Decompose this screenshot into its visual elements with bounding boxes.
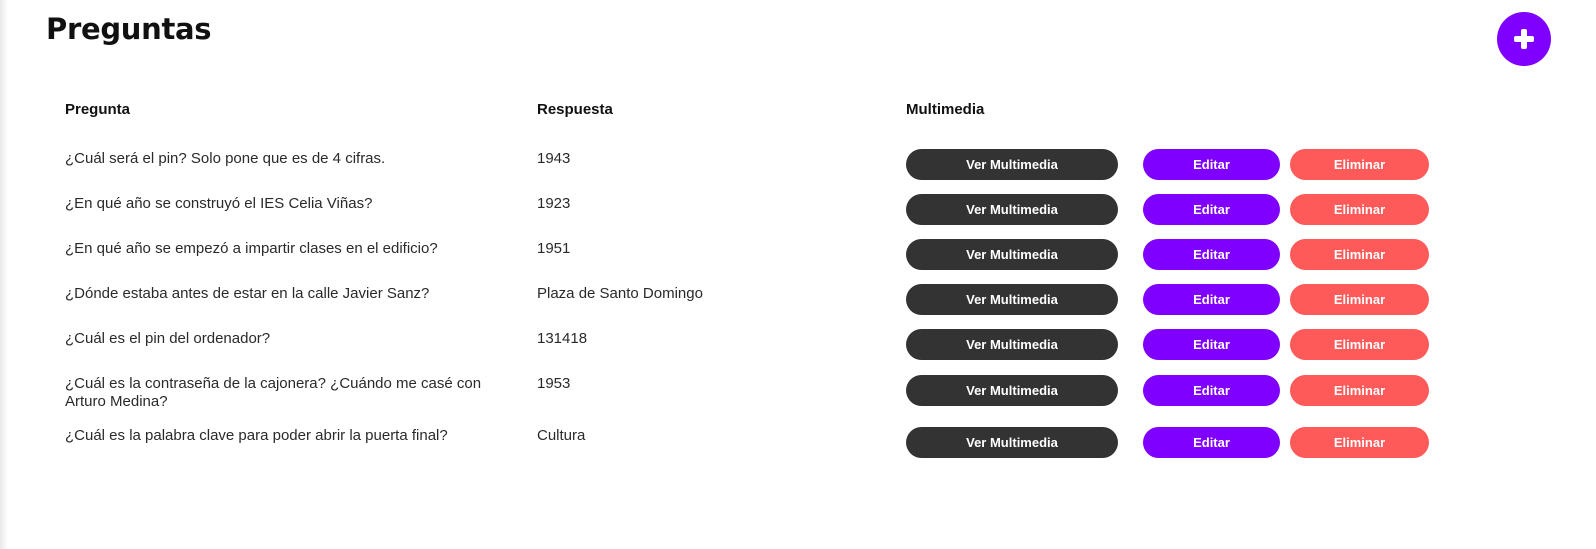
add-question-button[interactable] bbox=[1497, 12, 1551, 66]
question-cell: ¿En qué año se construyó el IES Celia Vi… bbox=[65, 195, 373, 212]
table-row: ¿Cuál es la contraseña de la cajonera? ¿… bbox=[0, 375, 1596, 425]
edit-button[interactable]: Editar bbox=[1143, 427, 1280, 458]
edit-button[interactable]: Editar bbox=[1143, 194, 1280, 225]
question-cell: ¿Cuál será el pin? Solo pone que es de 4… bbox=[65, 150, 386, 167]
delete-button[interactable]: Eliminar bbox=[1290, 427, 1429, 458]
answer-cell: 131418 bbox=[537, 330, 588, 347]
delete-button[interactable]: Eliminar bbox=[1290, 149, 1429, 180]
view-media-button[interactable]: Ver Multimedia bbox=[906, 427, 1118, 458]
question-cell: ¿Cuál es el pin del ordenador? bbox=[65, 330, 271, 347]
question-cell: ¿Cuál es la contraseña de la cajonera? ¿… bbox=[65, 375, 482, 410]
answer-cell: Plaza de Santo Domingo bbox=[537, 285, 703, 302]
question-cell: ¿Cuál es la palabra clave para poder abr… bbox=[65, 427, 448, 444]
header-question: Pregunta bbox=[65, 101, 131, 118]
header-answer: Respuesta bbox=[537, 101, 613, 118]
table-row: ¿Cuál será el pin? Solo pone que es de 4… bbox=[0, 149, 1596, 190]
answer-cell: 1943 bbox=[537, 150, 571, 167]
question-cell: ¿En qué año se empezó a impartir clases … bbox=[65, 240, 438, 257]
page: Preguntas Pregunta Respuesta Multimedia … bbox=[0, 0, 1596, 549]
view-media-button[interactable]: Ver Multimedia bbox=[906, 239, 1118, 270]
plus-icon bbox=[1514, 29, 1534, 49]
question-cell: ¿Dónde estaba antes de estar en la calle… bbox=[65, 285, 430, 302]
edit-button[interactable]: Editar bbox=[1143, 149, 1280, 180]
delete-button[interactable]: Eliminar bbox=[1290, 375, 1429, 406]
delete-button[interactable]: Eliminar bbox=[1290, 239, 1429, 270]
edit-button[interactable]: Editar bbox=[1143, 239, 1280, 270]
answer-cell: Cultura bbox=[537, 427, 586, 444]
table-row: ¿Dónde estaba antes de estar en la calle… bbox=[0, 284, 1596, 325]
view-media-button[interactable]: Ver Multimedia bbox=[906, 375, 1118, 406]
edit-button[interactable]: Editar bbox=[1143, 329, 1280, 360]
page-title: Preguntas bbox=[46, 12, 212, 46]
delete-button[interactable]: Eliminar bbox=[1290, 329, 1429, 360]
view-media-button[interactable]: Ver Multimedia bbox=[906, 284, 1118, 315]
view-media-button[interactable]: Ver Multimedia bbox=[906, 329, 1118, 360]
answer-cell: 1953 bbox=[537, 375, 571, 392]
view-media-button[interactable]: Ver Multimedia bbox=[906, 194, 1118, 225]
edit-button[interactable]: Editar bbox=[1143, 375, 1280, 406]
header-media: Multimedia bbox=[906, 101, 985, 118]
delete-button[interactable]: Eliminar bbox=[1290, 284, 1429, 315]
delete-button[interactable]: Eliminar bbox=[1290, 194, 1429, 225]
table-row: ¿En qué año se empezó a impartir clases … bbox=[0, 239, 1596, 280]
view-media-button[interactable]: Ver Multimedia bbox=[906, 149, 1118, 180]
answer-cell: 1951 bbox=[537, 240, 571, 257]
table-row: ¿En qué año se construyó el IES Celia Vi… bbox=[0, 194, 1596, 235]
table-row: ¿Cuál es la palabra clave para poder abr… bbox=[0, 427, 1596, 467]
table-row: ¿Cuál es el pin del ordenador? 131418 Ve… bbox=[0, 329, 1596, 370]
answer-cell: 1923 bbox=[537, 195, 571, 212]
edit-button[interactable]: Editar bbox=[1143, 284, 1280, 315]
